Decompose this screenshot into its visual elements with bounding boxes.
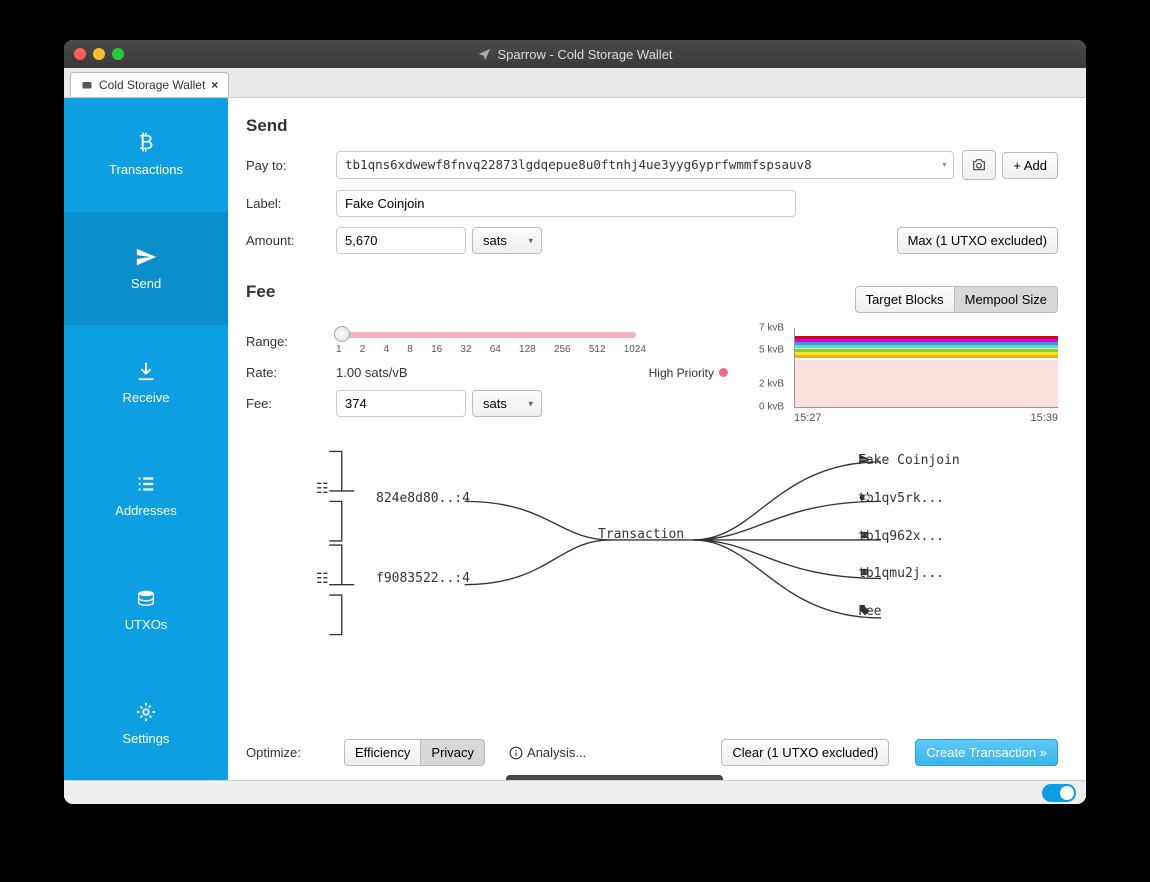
- max-button[interactable]: Max (1 UTXO excluded): [897, 227, 1058, 254]
- priority-badge: High Priority: [649, 366, 728, 380]
- optimize-label: Optimize:: [246, 745, 336, 760]
- amount-unit-label: sats: [483, 233, 507, 248]
- tx-output-1: tb1qv5rk...: [858, 491, 944, 506]
- tx-output-3: tb1qmu2j...: [858, 566, 944, 581]
- pay-to-input[interactable]: tb1qns6xdwewf8fnvq22873lgdqepue8u0ftnhj4…: [336, 151, 954, 179]
- close-window-button[interactable]: [74, 48, 86, 60]
- target-blocks-button[interactable]: Target Blocks: [855, 286, 955, 313]
- sidebar-item-utxos[interactable]: UTXOs: [64, 553, 228, 667]
- sidebar-item-label: Settings: [123, 731, 170, 746]
- privacy-button[interactable]: Privacy: [421, 739, 485, 766]
- rate-value: 1.00 sats/vB: [336, 365, 408, 380]
- tx-output-2: tb1q962x...: [858, 529, 944, 544]
- label-input[interactable]: [336, 190, 796, 217]
- sidebar-item-receive[interactable]: Receive: [64, 325, 228, 439]
- mempool-chart: 7 kvB 5 kvB 2 kvB 0 kvB: [794, 328, 1058, 408]
- analysis-tooltip: + Appears as a two person coinjoin: [506, 775, 723, 780]
- tx-center-label: Transaction: [598, 527, 684, 542]
- tx-output-0: Fake Coinjoin: [858, 453, 960, 468]
- chevron-down-icon: ▾: [528, 235, 533, 246]
- fee-amount-label: Fee:: [246, 396, 336, 411]
- amount-input[interactable]: [336, 227, 466, 254]
- priority-dot-icon: [719, 368, 728, 377]
- tab-strip: Cold Storage Wallet ×: [64, 68, 1086, 98]
- sidebar-item-settings[interactable]: Settings: [64, 666, 228, 780]
- camera-icon: [971, 157, 987, 173]
- main-panel: Send Pay to: tb1qns6xdwewf8fnvq22873lgdq…: [228, 98, 1086, 780]
- sidebar-item-addresses[interactable]: Addresses: [64, 439, 228, 553]
- analysis-text: Analysis...: [527, 745, 586, 760]
- mempool-size-button[interactable]: Mempool Size: [955, 286, 1058, 313]
- tx-input-0: 824e8d80..:4: [376, 491, 470, 506]
- slider-ticks: 12481632641282565121024: [336, 344, 646, 355]
- fee-input[interactable]: [336, 390, 466, 417]
- connection-toggle[interactable]: [1042, 784, 1076, 802]
- rate-label: Rate:: [246, 365, 336, 380]
- add-recipient-button[interactable]: + Add: [1002, 152, 1058, 179]
- gear-icon: [135, 701, 157, 723]
- analysis-link[interactable]: Analysis...: [509, 745, 586, 760]
- input-coin-icon: [316, 571, 333, 587]
- pay-to-value: tb1qns6xdwewf8fnvq22873lgdqepue8u0ftnhj4…: [345, 157, 812, 172]
- clear-button[interactable]: Clear (1 UTXO excluded): [721, 739, 889, 766]
- status-bar: [64, 780, 1086, 804]
- send-icon: [858, 453, 871, 466]
- coins-icon: [858, 566, 871, 579]
- maximize-window-button[interactable]: [112, 48, 124, 60]
- optimize-toggle: Efficiency Privacy: [344, 739, 485, 766]
- receive-icon: [135, 360, 157, 382]
- sidebar-item-label: Receive: [123, 390, 170, 405]
- input-coin-icon: [316, 481, 333, 497]
- sidebar-item-transactions[interactable]: ₿ Transactions: [64, 98, 228, 212]
- chevron-down-icon: ▾: [528, 398, 533, 409]
- window-title: Sparrow - Cold Storage Wallet: [497, 47, 672, 62]
- amount-label: Amount:: [246, 233, 336, 248]
- pay-to-label: Pay to:: [246, 158, 336, 173]
- close-tab-icon[interactable]: ×: [211, 78, 218, 92]
- slider-knob[interactable]: [334, 326, 350, 342]
- amount-unit-select[interactable]: sats ▾: [472, 227, 542, 254]
- coins-icon: [858, 529, 871, 542]
- tx-input-1: f9083522..:4: [376, 571, 470, 586]
- tag-icon: [858, 604, 871, 617]
- sidebar-item-label: UTXOs: [125, 617, 168, 632]
- app-window: Sparrow - Cold Storage Wallet Cold Stora…: [64, 40, 1086, 804]
- sparrow-icon: [477, 47, 491, 61]
- range-label: Range:: [246, 334, 336, 349]
- sidebar: ₿ Transactions Send Receive Addresses UT…: [64, 98, 228, 780]
- wallet-tab[interactable]: Cold Storage Wallet ×: [70, 72, 229, 97]
- fee-heading: Fee: [246, 282, 275, 302]
- sidebar-item-label: Transactions: [109, 162, 183, 177]
- minimize-window-button[interactable]: [93, 48, 105, 60]
- coins-icon: [135, 587, 157, 609]
- chart-x-end: 15:39: [1030, 412, 1058, 424]
- mix-icon: [858, 491, 871, 504]
- label-label: Label:: [246, 196, 336, 211]
- priority-text: High Priority: [649, 366, 714, 380]
- create-transaction-button[interactable]: Create Transaction »: [915, 739, 1058, 766]
- efficiency-button[interactable]: Efficiency: [344, 739, 421, 766]
- tx-output-fee: Fee: [858, 604, 881, 619]
- info-icon: [509, 746, 523, 760]
- wallet-icon: [81, 79, 93, 91]
- fee-unit-label: sats: [483, 396, 507, 411]
- list-icon: [135, 473, 157, 495]
- chart-x-start: 15:27: [794, 412, 822, 424]
- fee-mode-toggle: Target Blocks Mempool Size: [855, 286, 1058, 313]
- fee-range-slider[interactable]: [336, 332, 636, 338]
- sidebar-item-send[interactable]: Send: [64, 212, 228, 326]
- sidebar-item-label: Send: [131, 276, 161, 291]
- sidebar-item-label: Addresses: [115, 503, 176, 518]
- scan-qr-button[interactable]: [962, 150, 996, 180]
- wallet-tab-label: Cold Storage Wallet: [99, 78, 205, 92]
- send-icon: [135, 246, 157, 268]
- send-heading: Send: [246, 116, 1058, 136]
- bitcoin-icon: ₿: [135, 132, 157, 154]
- fee-unit-select[interactable]: sats ▾: [472, 390, 542, 417]
- chevron-down-icon[interactable]: ▾: [941, 160, 947, 171]
- transaction-diagram: 824e8d80..:4 f9083522..:4 Transaction Fa…: [246, 441, 1058, 631]
- titlebar: Sparrow - Cold Storage Wallet: [64, 40, 1086, 68]
